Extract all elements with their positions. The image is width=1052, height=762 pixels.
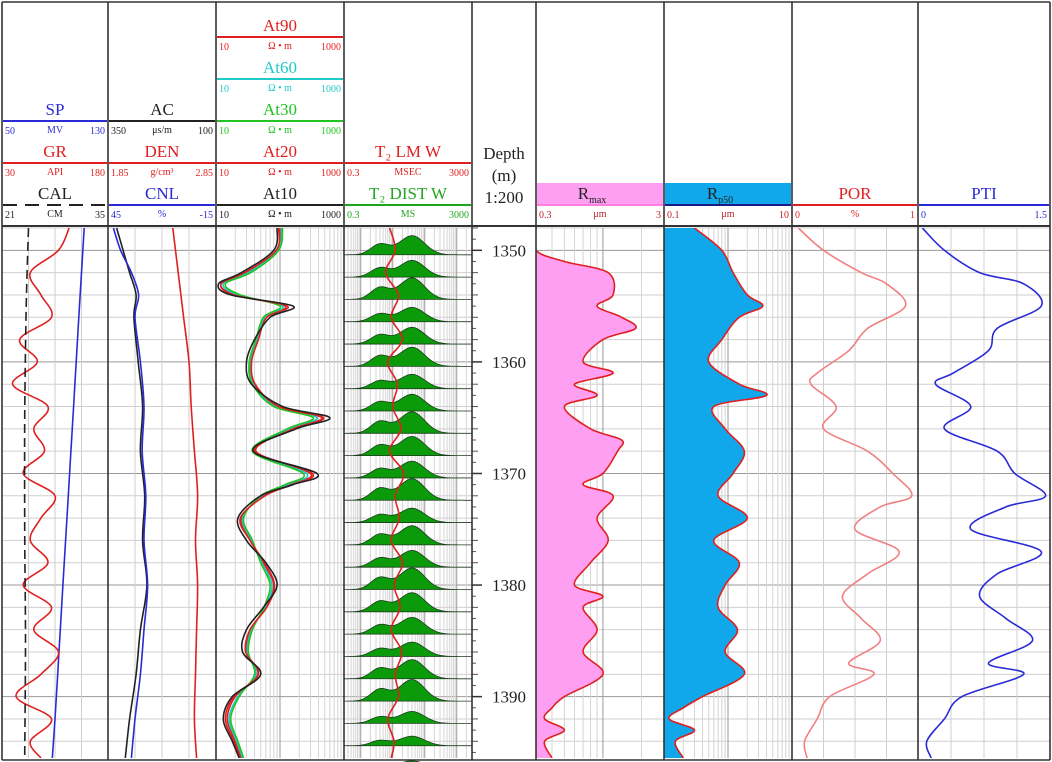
header-scale-min: 45 [111, 210, 121, 221]
header-scale-min: 30 [5, 168, 15, 179]
header-scale-unit: Ω • m [268, 41, 292, 52]
header-scale-max: 3 [656, 210, 661, 221]
well-log-chart: 13501360137013801390Depth(m)1:200SP50 MV 1… [0, 0, 1052, 762]
header-scale-min: 0.3 [347, 168, 360, 179]
header-scale-unit: μs/m [152, 125, 172, 136]
header-scale-min: 0 [921, 210, 926, 221]
header-scale-max: 1000 [321, 84, 341, 95]
header-curve-name: POR [838, 184, 872, 203]
header-curve-name: CAL [38, 184, 72, 203]
header-curve-name: DEN [145, 142, 180, 161]
header-scale-min: 0.3 [539, 210, 552, 221]
depth-tick-label: 1360 [492, 353, 526, 372]
header-scale-unit: MS [401, 209, 415, 220]
header-scale-max: 1000 [321, 42, 341, 53]
header-scale-max: 10 [779, 210, 789, 221]
header-scale-unit: CM [47, 209, 63, 220]
header-scale-min: 50 [5, 126, 15, 137]
header-scale-max: 1000 [321, 126, 341, 137]
header-curve-name: At20 [263, 142, 297, 161]
header-scale-unit: MSEC [394, 167, 422, 178]
header-scale-unit: μm [721, 209, 734, 220]
header-scale-max: 180 [90, 168, 105, 179]
header-scale-unit: μm [593, 209, 606, 220]
header-scale-unit: API [47, 167, 63, 178]
header-scale-min: 0 [795, 210, 800, 221]
header-scale-min: 10 [219, 210, 229, 221]
header-scale-max: 35 [95, 210, 105, 221]
header-curve-name: At60 [263, 58, 297, 77]
header-scale-max: 3000 [449, 168, 469, 179]
depth-tick-label: 1380 [492, 576, 526, 595]
header-curve-name: At10 [263, 184, 297, 203]
header-scale-unit: MV [47, 125, 64, 136]
header-scale-unit: Ω • m [268, 83, 292, 94]
header-scale-max: 1000 [321, 168, 341, 179]
header-scale-unit: Ω • m [268, 125, 292, 136]
header-scale-unit: % [851, 209, 859, 220]
header-scale-max: 1000 [321, 210, 341, 221]
header-scale-unit: % [158, 209, 166, 220]
header-curve-name: At90 [263, 16, 297, 35]
header-curve-name: PTI [971, 184, 997, 203]
header-scale-min: 0.1 [667, 210, 680, 221]
header-scale-min: 21 [5, 210, 15, 221]
header-curve-name: AC [150, 100, 174, 119]
header-scale-max: 1.5 [1035, 210, 1048, 221]
header-scale-unit: Ω • m [268, 209, 292, 220]
header-scale-min: 10 [219, 168, 229, 179]
header-scale-max: 1 [910, 210, 915, 221]
header-scale-min: 350 [111, 126, 126, 137]
depth-header-label: Depth [483, 144, 525, 163]
header-scale-max: 100 [198, 126, 213, 137]
header-curve-name: At30 [263, 100, 297, 119]
header-scale-min: 10 [219, 126, 229, 137]
depth-tick-label: 1370 [492, 464, 526, 483]
header-scale-min: 10 [219, 42, 229, 53]
header-scale-min: 1.85 [111, 168, 129, 179]
header-scale-min: 0.3 [347, 210, 360, 221]
header-scale-max: 2.85 [196, 168, 214, 179]
header-scale-unit: g/cm³ [151, 167, 174, 178]
depth-header-label: (m) [492, 166, 517, 185]
header-curve-name: GR [43, 142, 67, 161]
depth-header-label: 1:200 [485, 188, 524, 207]
header-curve-name: CNL [145, 184, 179, 203]
depth-tick-label: 1390 [492, 688, 526, 707]
header-scale-max: 130 [90, 126, 105, 137]
header-scale-max: -15 [200, 210, 213, 221]
header-curve-name: T₂ DIST W [369, 184, 448, 203]
header-scale-unit: Ω • m [268, 167, 292, 178]
header-curve-name: SP [46, 100, 65, 119]
header-scale-min: 10 [219, 84, 229, 95]
header-scale-max: 3000 [449, 210, 469, 221]
header-curve-name: T₂ LM W [375, 142, 442, 161]
depth-tick-label: 1350 [492, 241, 526, 260]
